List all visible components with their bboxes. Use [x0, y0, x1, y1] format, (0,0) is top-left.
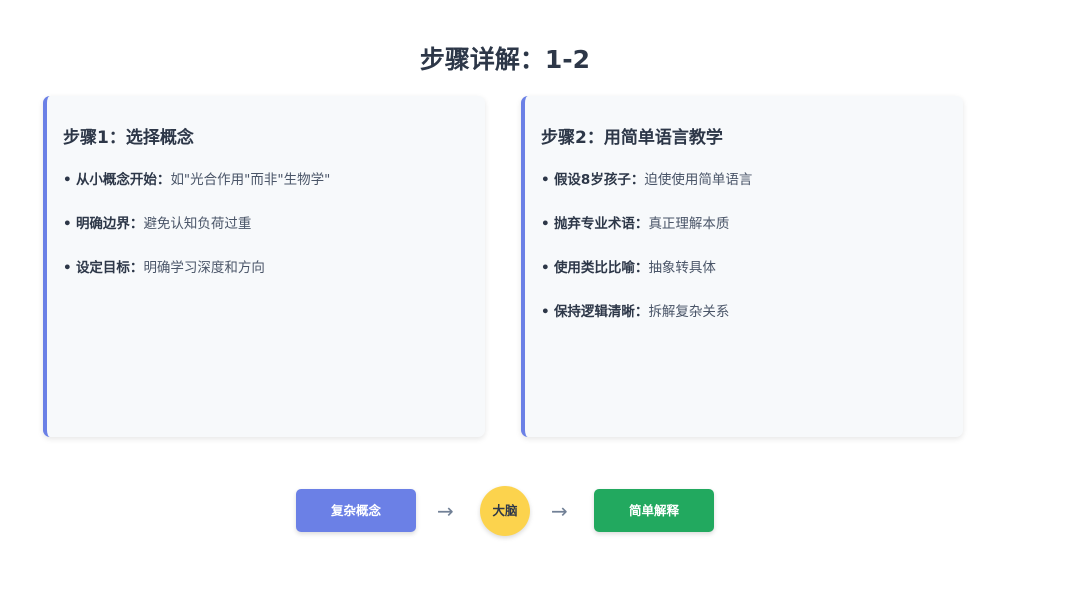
item-text: 迫使使用简单语言 [644, 172, 753, 188]
item-key: 从小概念开始： [75, 172, 171, 188]
list-item: • 设定目标：明确学习深度和方向 [63, 258, 485, 278]
item-key: 假设8岁孩子： [553, 172, 645, 188]
list-item: • 明确边界：避免认知负荷过重 [63, 214, 485, 234]
item-text: 避免认知负荷过重 [143, 216, 252, 232]
item-text: 如"光合作用"而非"生物学" [170, 172, 331, 188]
list-item: • 使用类比比喻：抽象转具体 [541, 258, 963, 278]
item-key: 抛弃专业术语： [553, 216, 649, 232]
brain-badge[interactable]: 大脑 [480, 486, 530, 536]
item-key: 使用类比比喻： [553, 260, 649, 276]
bullet: • [541, 216, 550, 232]
bullet: • [63, 216, 72, 232]
arrow-right-icon: → [551, 499, 568, 523]
step-card-title: 步骤2：用简单语言教学 [541, 128, 723, 148]
simple-explanation-button[interactable]: 简单解释 [594, 489, 714, 532]
bullet: • [541, 172, 550, 188]
step-card-title: 步骤1：选择概念 [63, 128, 194, 148]
bullet: • [63, 260, 72, 276]
list-item: • 从小概念开始：如"光合作用"而非"生物学" [63, 170, 485, 190]
item-key: 设定目标： [75, 260, 144, 276]
list-item: • 假设8岁孩子：迫使使用简单语言 [541, 170, 963, 190]
page-title: 步骤详解：1-2 [419, 45, 591, 74]
item-key: 保持逻辑清晰： [553, 304, 649, 320]
item-text: 拆解复杂关系 [648, 304, 730, 320]
step-card-2: 步骤2：用简单语言教学 • 假设8岁孩子：迫使使用简单语言 • 抛弃专业术语：真… [521, 96, 963, 437]
item-text: 真正理解本质 [648, 216, 730, 232]
bullet: • [541, 304, 550, 320]
bullet: • [63, 172, 72, 188]
flow-diagram: 复杂概念 → 大脑 → 简单解释 [0, 486, 1010, 538]
bullet: • [541, 260, 550, 276]
list-item: • 保持逻辑清晰：拆解复杂关系 [541, 302, 963, 322]
item-text: 明确学习深度和方向 [143, 260, 265, 276]
complex-concept-button[interactable]: 复杂概念 [296, 489, 416, 532]
item-key: 明确边界： [75, 216, 144, 232]
step-card-1: 步骤1：选择概念 • 从小概念开始：如"光合作用"而非"生物学" • 明确边界：… [43, 96, 485, 437]
page: 步骤详解：1-2 步骤1：选择概念 • 从小概念开始：如"光合作用"而非"生物学… [0, 0, 1080, 609]
list-item: • 抛弃专业术语：真正理解本质 [541, 214, 963, 234]
item-text: 抽象转具体 [648, 260, 716, 276]
arrow-right-icon: → [437, 499, 454, 523]
